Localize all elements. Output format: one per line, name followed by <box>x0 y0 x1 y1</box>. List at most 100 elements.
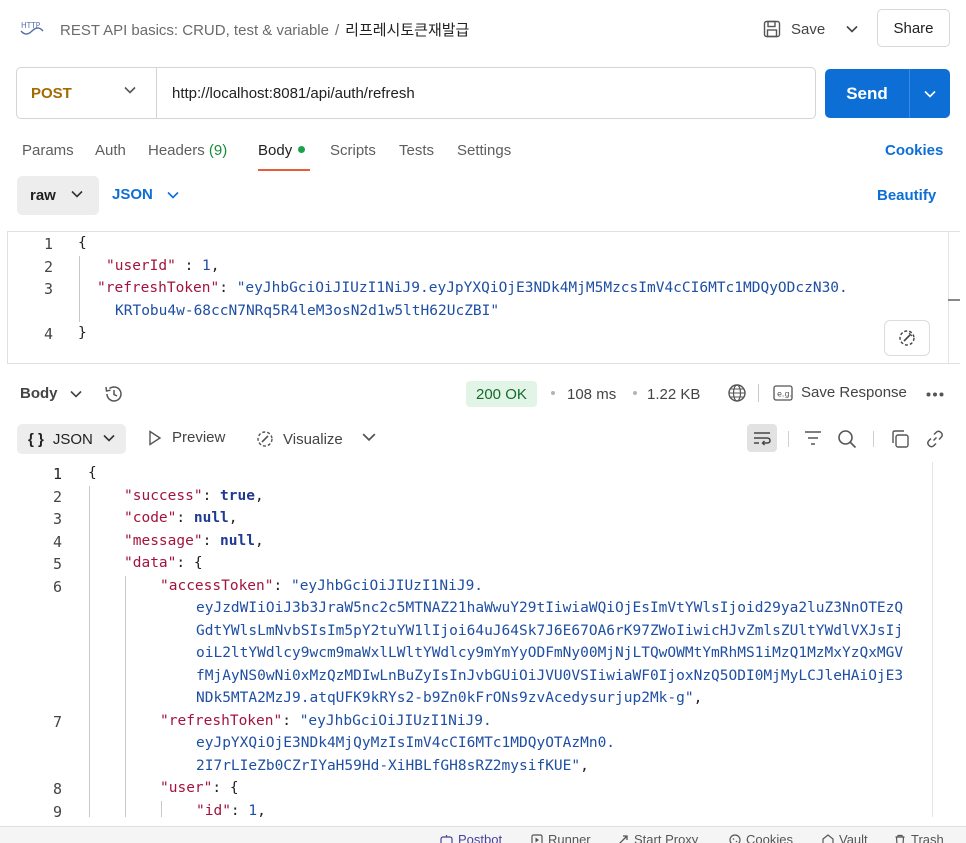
vault-button[interactable]: Vault <box>822 832 868 843</box>
vault-icon <box>822 833 834 843</box>
json-string-end: 2I7rLIeZb0CZrIYaH59Hd-XiHBLfGH8sRZ2mysif… <box>196 758 589 774</box>
vertical-scrollbar[interactable] <box>932 462 933 817</box>
json-key: "data" <box>124 555 177 571</box>
chevron-down-icon <box>846 25 858 33</box>
start-proxy-button[interactable]: Start Proxy <box>617 832 698 843</box>
json-string-continued: 2I7rLIeZb0CZrIYaH59Hd-XiHBLfGH8sRZ2mysif… <box>196 758 581 774</box>
beautify-button[interactable]: Beautify <box>877 187 936 204</box>
save-options-button[interactable] <box>838 14 866 44</box>
body-indicator-dot <box>298 146 306 153</box>
body-mode-select[interactable]: raw <box>17 176 99 215</box>
visualize-button[interactable]: Visualize <box>255 429 343 449</box>
postbot-label: Postbot <box>458 832 503 843</box>
url-input[interactable] <box>157 68 815 118</box>
response-size[interactable]: 1.22 KB <box>647 386 700 403</box>
braces-icon: { } <box>28 430 44 448</box>
tab-settings[interactable]: Settings <box>457 142 511 159</box>
globe-icon[interactable] <box>727 383 747 403</box>
status-badge[interactable]: 200 OK <box>466 381 537 407</box>
magic-wand-icon <box>899 330 915 346</box>
send-label: Send <box>846 83 888 103</box>
separator-dot <box>633 391 637 395</box>
request-name[interactable]: 리프레시토큰재발급 <box>345 22 469 39</box>
tab-scripts[interactable]: Scripts <box>330 142 376 159</box>
code-line-id: "id": 1, <box>196 803 266 817</box>
chevron-down-icon <box>924 90 936 98</box>
save-button[interactable]: Save <box>763 14 825 44</box>
code-line-refreshtoken: "refreshToken": "eyJhbGciOiJIUzI1NiJ9.ey… <box>97 280 848 296</box>
url-bar: POST <box>16 67 816 119</box>
code-line-code: "code": null, <box>124 510 238 526</box>
preview-button[interactable]: Preview <box>148 429 225 446</box>
search-icon[interactable] <box>837 429 857 449</box>
cookies-link[interactable]: Cookies <box>885 142 943 159</box>
save-icon <box>763 20 781 38</box>
runner-button[interactable]: Runner <box>531 832 591 843</box>
share-button[interactable]: Share <box>877 9 950 47</box>
response-format-select[interactable]: { } JSON <box>17 424 126 454</box>
toolbar-divider <box>758 384 759 402</box>
response-body-viewer[interactable]: 1 2 3 4 5 6 7 8 9 { "success": true, "co… <box>0 462 966 817</box>
request-body-editor[interactable]: 1 2 3 4 { "userId" : 1, "refreshToken": … <box>7 231 960 364</box>
svg-text:e.g.: e.g. <box>777 389 792 398</box>
trash-icon <box>895 834 905 843</box>
code-line-refreshtoken: "refreshToken": "eyJhbGciOiJIUzI1NiJ9. <box>160 713 492 729</box>
save-response-button[interactable]: e.g. Save Response <box>773 384 907 401</box>
tab-headers[interactable]: Headers (9) <box>148 142 227 159</box>
json-key: "user" <box>160 780 213 796</box>
ai-assist-button[interactable] <box>884 320 930 356</box>
tab-auth[interactable]: Auth <box>95 142 126 159</box>
json-brace: { <box>193 555 203 571</box>
more-options-icon[interactable] <box>926 392 944 397</box>
scrollbar-thumb[interactable] <box>948 299 960 301</box>
method-select[interactable]: POST <box>17 68 157 118</box>
body-format-select[interactable]: JSON <box>112 186 179 203</box>
line-number: 7 <box>52 713 62 731</box>
breadcrumb-collection[interactable]: REST API basics: CRUD, test & variable <box>60 22 329 39</box>
line-number: 4 <box>43 325 53 343</box>
vertical-scrollbar[interactable] <box>948 232 949 363</box>
line-number: 3 <box>43 280 53 298</box>
history-icon[interactable] <box>103 383 125 405</box>
wrap-lines-icon <box>754 432 771 446</box>
preview-label: Preview <box>172 429 226 446</box>
json-string: "eyJhbGciOiJIUzI1NiJ9. <box>299 713 492 729</box>
chevron-down-icon <box>69 390 82 398</box>
response-view-select[interactable]: Body <box>20 385 82 402</box>
line-number: 6 <box>52 578 62 596</box>
filter-icon[interactable] <box>803 429 823 447</box>
chevron-down-icon <box>71 190 83 198</box>
copy-icon[interactable] <box>890 429 910 449</box>
request-tabs: Params Auth Headers (9) Body Scripts Tes… <box>0 138 966 172</box>
postbot-button[interactable]: Postbot <box>440 832 502 843</box>
trash-button[interactable]: Trash <box>894 832 944 843</box>
chevron-down-icon <box>167 191 179 199</box>
tab-headers-label: Headers <box>148 142 205 159</box>
send-button[interactable]: Send <box>825 69 950 118</box>
code-line-message: "message": null, <box>124 533 264 549</box>
chevron-down-icon[interactable] <box>362 432 376 442</box>
tab-body[interactable]: Body <box>258 142 306 159</box>
tab-params[interactable]: Params <box>22 142 74 159</box>
visualize-label: Visualize <box>283 430 343 448</box>
send-options-button[interactable] <box>910 90 950 98</box>
tab-body-label: Body <box>258 142 293 159</box>
tab-tests[interactable]: Tests <box>399 142 434 159</box>
response-time[interactable]: 108 ms <box>567 386 616 403</box>
http-request-icon: HTTP <box>20 21 44 35</box>
cookies-button[interactable]: Cookies <box>729 832 793 843</box>
line-number: 3 <box>52 510 62 528</box>
play-icon <box>149 429 162 446</box>
json-null: null <box>220 533 255 549</box>
line-number: 4 <box>52 533 62 551</box>
word-wrap-button[interactable] <box>747 424 777 452</box>
runner-icon <box>531 833 543 843</box>
json-string-continued: NDk5MTA2MzJ9.atqUFK9kRYs2-b9Zn0kFrONs9zv… <box>196 690 694 706</box>
link-icon[interactable] <box>925 429 945 449</box>
json-key: "code" <box>124 510 177 526</box>
json-key: "accessToken" <box>160 578 274 594</box>
line-number: 1 <box>43 235 53 253</box>
save-label: Save <box>791 20 826 38</box>
json-string: "eyJhbGciOiJIUzI1NiJ9. <box>290 578 484 594</box>
indent-guide <box>79 256 80 322</box>
